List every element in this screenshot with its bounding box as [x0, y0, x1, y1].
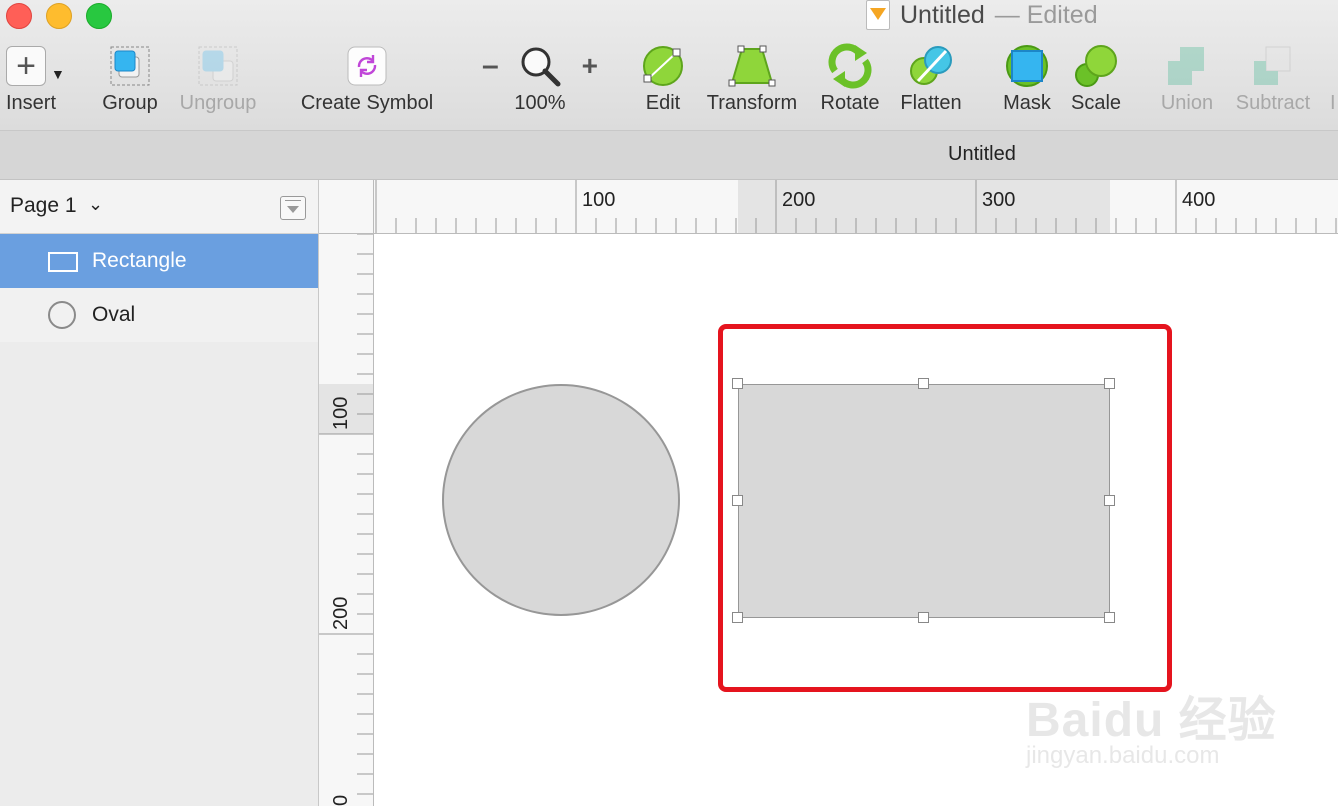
- page-selector[interactable]: Page 1 ⌄: [0, 180, 318, 234]
- window-title-text: Untitled: [900, 0, 985, 29]
- plus-icon: +: [6, 46, 46, 86]
- mask-label: Mask: [1003, 92, 1051, 114]
- layer-item-oval[interactable]: Oval: [0, 288, 318, 342]
- watermark-brand: Baidu 经验: [1026, 694, 1277, 747]
- baidu-jingyan-watermark: Baidu 经验 jingyan.baidu.com: [1026, 680, 1286, 790]
- window-zoom-button[interactable]: [86, 3, 112, 29]
- ungroup-icon: [198, 46, 238, 86]
- watermark-url: jingyan.baidu.com: [1026, 742, 1220, 769]
- layers-panel: Page 1 ⌄ Rectangle Oval: [0, 180, 319, 806]
- oval-icon: [48, 301, 76, 329]
- create-symbol-button[interactable]: Create Symbol: [296, 40, 438, 114]
- layer-label: Oval: [92, 303, 136, 326]
- toolbar: Untitled — Edited + ▼ Insert Group Ungro…: [0, 0, 1338, 131]
- ruler-label-100-vertical: 100: [330, 397, 352, 430]
- ruler-label-300: 300: [982, 189, 1015, 211]
- chevron-down-icon: ⌄: [88, 194, 104, 214]
- layer-label: Rectangle: [92, 249, 187, 272]
- document-tab-bar: Untitled: [0, 131, 1338, 180]
- create-symbol-icon: [347, 46, 387, 86]
- scale-button[interactable]: Scale: [1068, 40, 1124, 114]
- magnifier-icon: [521, 47, 561, 87]
- intersect-button[interactable]: I: [1330, 40, 1338, 114]
- create-symbol-label: Create Symbol: [300, 92, 434, 114]
- flatten-label: Flatten: [900, 92, 962, 114]
- rectangle-icon: [48, 252, 78, 272]
- red-annotation-box: [718, 324, 1172, 692]
- zoom-out-button[interactable]: –: [482, 49, 499, 83]
- window-minimize-button[interactable]: [46, 3, 72, 29]
- ruler-label-400: 400: [1182, 189, 1215, 211]
- zoom-level: 100%: [514, 92, 566, 114]
- zoom-control: – + 100%: [482, 40, 598, 114]
- transform-button[interactable]: Transform: [703, 40, 801, 114]
- window-close-button[interactable]: [6, 3, 32, 29]
- insert-button[interactable]: + ▼ Insert: [6, 40, 65, 114]
- flatten-icon: [910, 46, 952, 85]
- scale-label: Scale: [1070, 92, 1122, 114]
- union-label: Union: [1160, 92, 1214, 114]
- intersect-label: I: [1330, 92, 1336, 114]
- mask-button[interactable]: Mask: [1000, 40, 1054, 114]
- ungroup-label: Ungroup: [179, 92, 257, 114]
- ruler-label-200-vertical: 200: [330, 597, 352, 630]
- horizontal-ruler[interactable]: 100 200 300 400: [374, 180, 1338, 234]
- window-title: Untitled — Edited: [866, 0, 1098, 30]
- window-title-edited: — Edited: [994, 0, 1098, 29]
- flatten-button[interactable]: Flatten: [898, 40, 964, 114]
- subtract-button[interactable]: Subtract: [1230, 40, 1316, 114]
- vertical-ruler[interactable]: 100 200 0: [319, 234, 374, 806]
- ruler-label-200: 200: [782, 189, 815, 211]
- zoom-in-button[interactable]: +: [582, 50, 598, 82]
- ruler-label-100: 100: [582, 189, 615, 211]
- rotate-label: Rotate: [820, 92, 880, 114]
- oval-shape[interactable]: [442, 384, 680, 616]
- layer-item-rectangle[interactable]: Rectangle: [0, 234, 318, 288]
- rotate-button[interactable]: Rotate: [818, 40, 882, 114]
- sketch-document-icon: [866, 0, 890, 30]
- page-name: Page 1: [10, 194, 77, 217]
- page-list-toggle-icon[interactable]: [280, 196, 306, 220]
- ruler-label-0-vertical: 0: [330, 795, 352, 806]
- document-tab-title[interactable]: Untitled: [948, 143, 1016, 166]
- transform-icon: [728, 45, 776, 87]
- scale-icon: [1075, 45, 1117, 87]
- subtract-icon: [1254, 46, 1291, 85]
- group-button[interactable]: Group: [100, 40, 160, 114]
- group-icon: [110, 46, 150, 86]
- group-label: Group: [102, 92, 158, 114]
- transform-label: Transform: [706, 92, 798, 114]
- subtract-label: Subtract: [1235, 92, 1311, 114]
- dropdown-arrow-icon: ▼: [51, 66, 65, 82]
- ungroup-button[interactable]: Ungroup: [176, 40, 260, 114]
- rotate-icon: [828, 43, 872, 89]
- edit-label: Edit: [645, 92, 681, 114]
- ruler-corner: [319, 180, 374, 234]
- edit-icon: [643, 46, 683, 86]
- union-button[interactable]: Union: [1156, 40, 1218, 114]
- edit-button[interactable]: Edit: [636, 40, 690, 114]
- union-icon: [1168, 47, 1204, 85]
- insert-label: Insert: [6, 92, 57, 114]
- mask-icon: [1006, 45, 1048, 87]
